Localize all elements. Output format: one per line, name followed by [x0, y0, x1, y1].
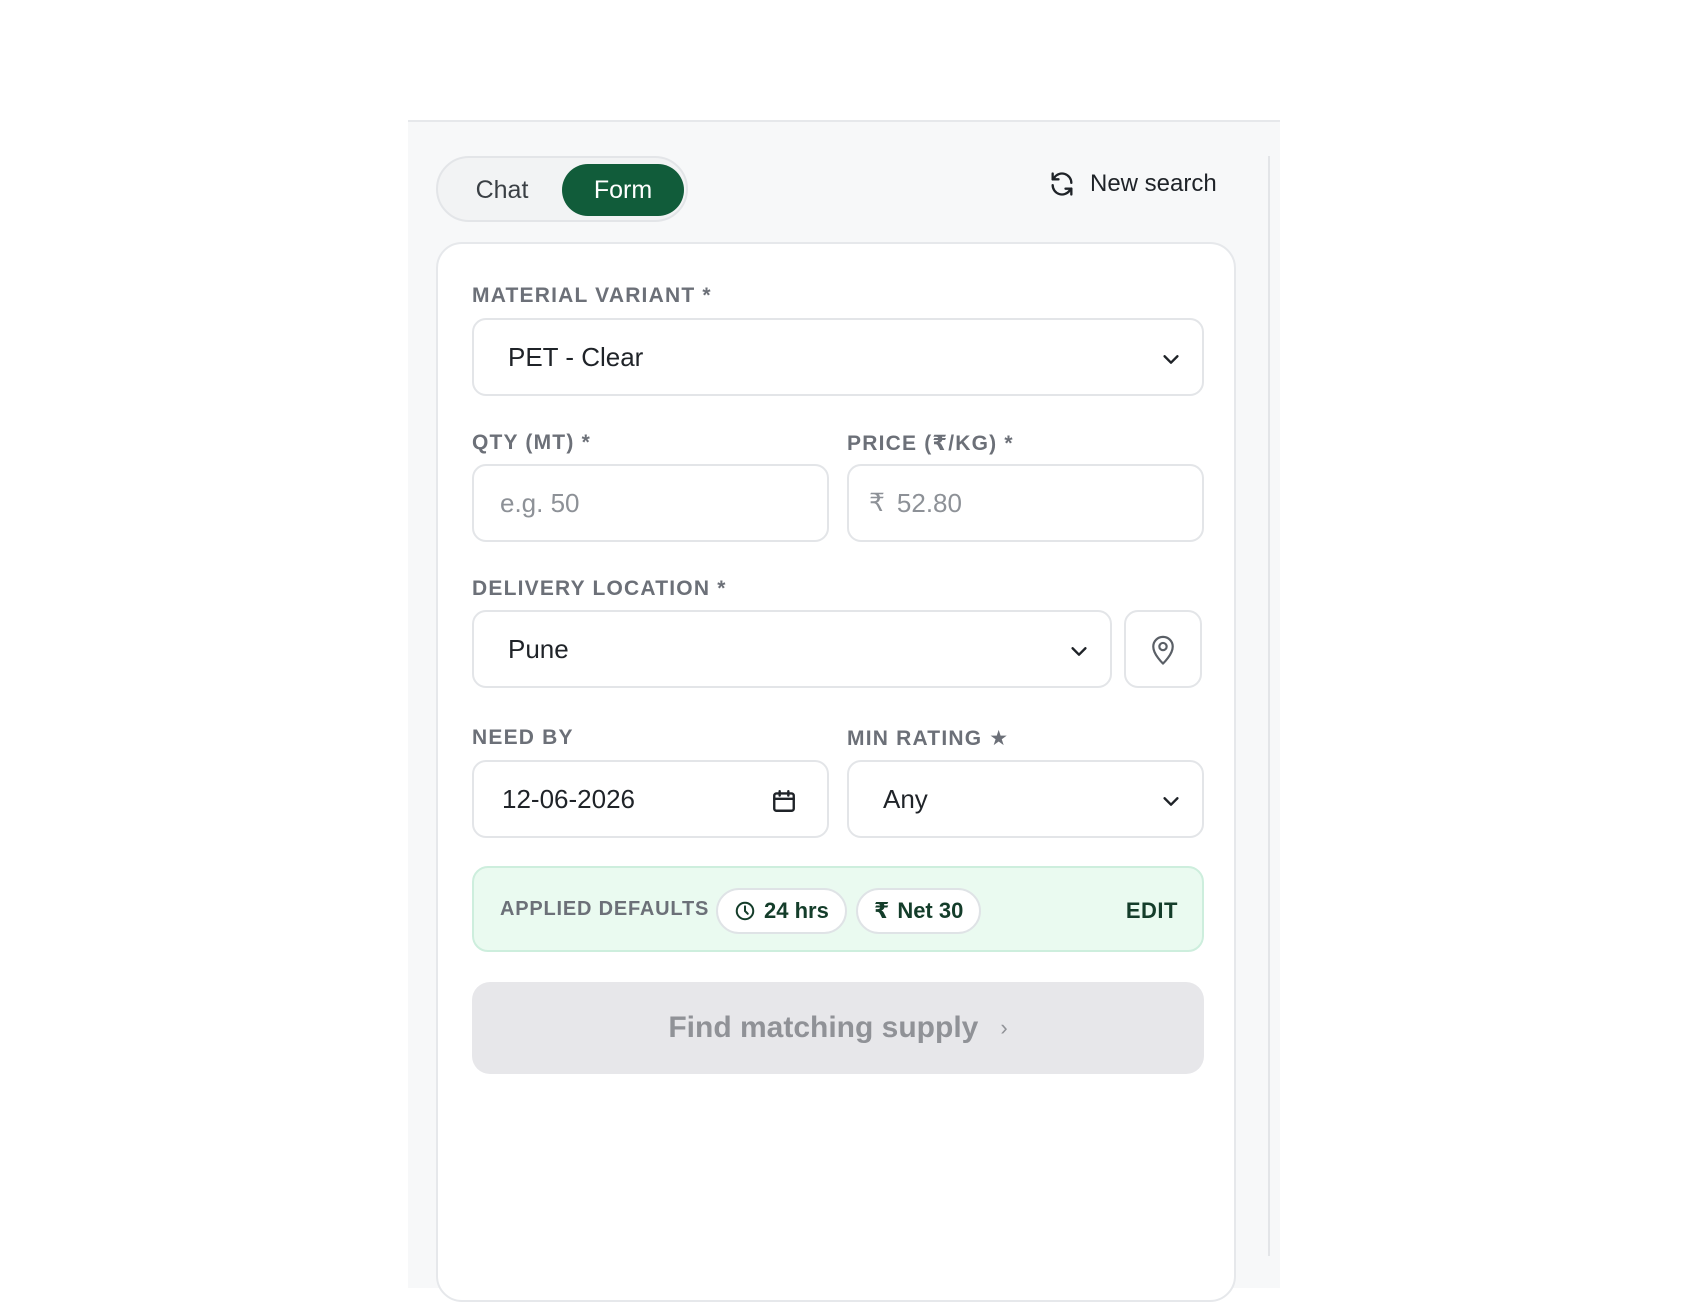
price-label: PRICE (₹/KG) * — [847, 432, 1014, 455]
new-search-button[interactable]: New search — [1048, 170, 1217, 198]
rupee-icon: ₹ — [869, 489, 885, 517]
find-matching-supply-label: Find matching supply — [668, 1011, 979, 1044]
rupee-icon: ₹ — [874, 898, 890, 923]
price-input[interactable]: ₹ 52.80 — [847, 464, 1204, 542]
delivery-location-value: Pune — [508, 633, 569, 664]
panel-divider — [1268, 156, 1270, 1256]
chevron-down-icon — [1163, 355, 1179, 364]
delivery-location-label: DELIVERY LOCATION * — [472, 577, 727, 600]
pill-text: Net 30 — [897, 898, 964, 923]
chevron-down-icon — [1071, 647, 1087, 656]
chevron-right-icon: › — [1000, 1015, 1008, 1040]
new-search-label: New search — [1090, 170, 1217, 197]
price-placeholder: 52.80 — [896, 487, 962, 518]
mode-toggle: Chat Form — [436, 156, 688, 222]
edit-defaults-link[interactable]: EDIT — [1126, 898, 1178, 924]
default-pill-payment-terms: ₹ Net 30 — [856, 888, 982, 934]
delivery-location-select[interactable]: Pune — [472, 610, 1112, 688]
pill-text: 24 hrs — [764, 898, 829, 923]
tab-form[interactable]: Form — [562, 164, 684, 216]
min-rating-select[interactable]: Any — [847, 760, 1204, 838]
location-pin-icon — [1152, 635, 1174, 665]
qty-label: QTY (MT) * — [472, 431, 591, 454]
tab-chat[interactable]: Chat — [446, 164, 558, 216]
qty-placeholder: e.g. 50 — [500, 487, 580, 518]
default-pill-response-time: 24 hrs — [716, 888, 847, 934]
chevron-down-icon — [1163, 797, 1179, 806]
applied-defaults-label: APPLIED DEFAULTS — [500, 898, 710, 920]
material-variant-select[interactable]: PET - Clear — [472, 318, 1204, 396]
need-by-label: NEED BY — [472, 726, 574, 749]
refresh-icon — [1051, 172, 1073, 196]
calendar-icon[interactable] — [771, 788, 797, 814]
material-variant-value: PET - Clear — [508, 341, 644, 372]
applied-defaults-bar: APPLIED DEFAULTS 24 hrs ₹ Net 30 EDIT — [472, 866, 1204, 952]
clock-icon — [735, 901, 755, 921]
material-variant-label: MATERIAL VARIANT * — [472, 284, 712, 307]
qty-input[interactable]: e.g. 50 — [472, 464, 829, 542]
need-by-date-input[interactable]: 12-06-2026 — [472, 760, 829, 838]
need-by-value: 12-06-2026 — [502, 783, 635, 814]
min-rating-value: Any — [883, 783, 928, 814]
use-location-button[interactable] — [1124, 610, 1202, 688]
min-rating-label: MIN RATING ★ — [847, 727, 1010, 750]
find-matching-supply-button[interactable]: Find matching supply › — [472, 982, 1204, 1074]
